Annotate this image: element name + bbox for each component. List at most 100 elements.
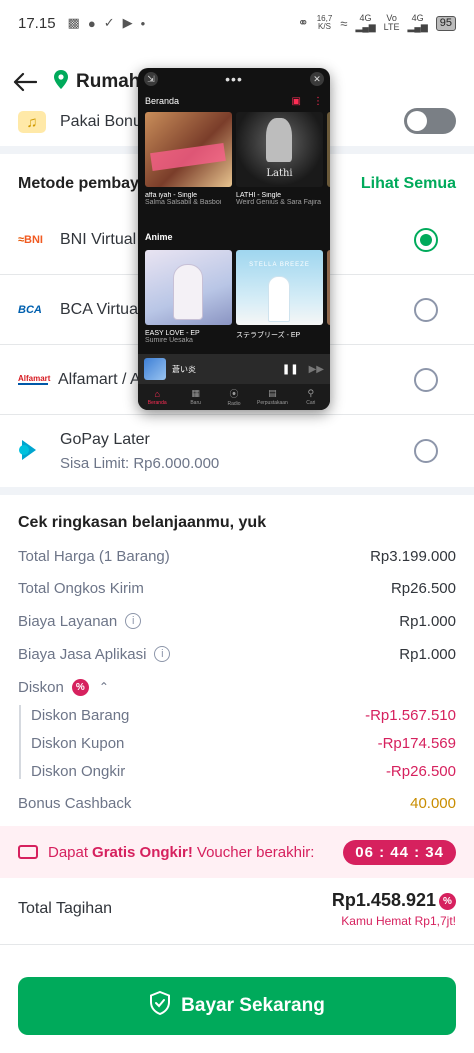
album-artist: Weird Genius & Sara Fajira [236, 199, 322, 206]
back-arrow-icon[interactable] [12, 69, 38, 95]
summary-label: Bonus Cashback [18, 794, 132, 812]
bonus-toggle[interactable] [404, 108, 456, 134]
tab-baru[interactable]: ▦ Baru [176, 384, 214, 410]
summary-value: 40.000 [410, 794, 456, 812]
skip-forward-icon[interactable]: ▶▶ [309, 364, 324, 375]
summary-diskon-kupon: Diskon Kupon -Rp174.569 [31, 732, 456, 754]
album-title: ステラブリーズ - EP [236, 332, 301, 339]
address-title[interactable]: Rumah [76, 71, 140, 93]
music-overlay-window[interactable]: ⇲ ••• ✕ Beranda ▣ ⋮ affa iyah - Single S… [138, 68, 330, 410]
payment-method-name: BNI Virtual A [60, 230, 151, 248]
now-playing-title: 蒼い炎 [172, 364, 196, 374]
album-art-figure [266, 118, 292, 162]
payment-title: Metode pembaya [18, 175, 148, 192]
summary-value: Rp26.500 [390, 579, 456, 597]
album-title: EASY LOVE - EP [145, 330, 200, 337]
overlay-resize-icon[interactable]: ⇲ [144, 72, 158, 86]
summary-value: Rp1.000 [399, 645, 456, 663]
info-icon[interactable]: i [154, 646, 171, 662]
payment-method-name: Alfamart / A [58, 370, 141, 388]
chevron-up-icon[interactable]: ⌃ [99, 680, 109, 694]
bca-logo-icon: BCA [18, 303, 42, 316]
voucher-timer: 06 : 44 : 34 [343, 839, 456, 865]
album-row-1: affa iyah - Single Salma Salsabil & Basb… [145, 112, 330, 206]
album-art [145, 112, 232, 187]
tab-label: Baru [190, 400, 201, 406]
cast-icon[interactable]: ▣ [292, 96, 301, 107]
album-art: STELLA BREEZE [236, 250, 323, 325]
now-playing-art [144, 358, 166, 380]
see-all-link[interactable]: Lihat Semua [361, 175, 456, 193]
summary-title: Cek ringkasan belanjaanmu, yuk [18, 514, 267, 531]
voucher-banner: Dapat Gratis Ongkir! Voucher berakhir: 0… [0, 826, 474, 878]
shield-check-icon [149, 990, 171, 1021]
ticket-icon [18, 845, 38, 859]
tab-beranda[interactable]: ⌂ Beranda [138, 384, 176, 410]
info-icon[interactable]: i [125, 613, 142, 629]
discount-group-line [19, 705, 21, 779]
album-card[interactable]: EASY LOVE - EP Sumire Uesaka [145, 250, 232, 344]
album-art-figure [268, 276, 290, 322]
radio-unselected[interactable] [414, 439, 438, 463]
net-speed-unit: K/S [318, 22, 331, 31]
divider [0, 944, 474, 945]
gopay-limit: Sisa Limit: Rp6.000.000 [60, 454, 220, 472]
radio-icon: ⦿ [229, 389, 239, 399]
album-card[interactable]: Lathi LATHI - Single Weird Genius & Sara… [236, 112, 323, 206]
album-art-decoration [150, 142, 226, 172]
overlay-close-icon[interactable]: ✕ [310, 72, 324, 86]
tab-label: Beranda [147, 399, 167, 406]
pause-icon[interactable]: ❚❚ [282, 364, 299, 375]
radio-selected[interactable] [414, 227, 438, 252]
radio-unselected[interactable] [414, 297, 438, 322]
mini-player[interactable]: 蒼い炎 ❚❚ ▶▶ [138, 354, 330, 384]
signal-2-bottom: LTE [383, 22, 400, 32]
summary-diskon-toggle[interactable]: Diskon % ⌃ [18, 676, 456, 698]
summary-diskon-ongkir: Diskon Ongkir -Rp26.500 [31, 760, 456, 782]
summary-label: Biaya Jasa Aplikasi [18, 645, 147, 663]
album-art-text: STELLA BREEZE [249, 262, 310, 268]
album-art [145, 250, 232, 325]
pay-now-button[interactable]: Bayar Sekarang [18, 977, 456, 1035]
home-icon: ⌂ [154, 388, 160, 399]
album-row-2: EASY LOVE - EP Sumire Uesaka STELLA BREE… [145, 250, 330, 344]
album-art-figure [173, 264, 203, 320]
summary-label: Diskon Ongkir [31, 762, 126, 780]
album-art: Lathi [236, 112, 323, 187]
overlay-header: Beranda ▣ ⋮ [138, 90, 330, 112]
summary-total-harga: Total Harga (1 Barang) Rp3.199.000 [18, 545, 456, 567]
tab-cari[interactable]: ⚲ Cari [292, 384, 330, 410]
album-art-partial [327, 112, 330, 187]
summary-label: Total Harga (1 Barang) [18, 547, 170, 565]
overlay-drag-handle-icon[interactable]: ••• [225, 71, 243, 87]
summary-layanan: Biaya Layanan i Rp1.000 [18, 610, 456, 632]
album-card[interactable]: STELLA BREEZE ステラブリーズ - EP [236, 250, 323, 344]
summary-label: Total Ongkos Kirim [18, 579, 144, 597]
total-value: Rp1.458.921 [331, 890, 436, 910]
signal-3: 4G ▂▄▆ [408, 14, 428, 32]
signal-1: 4G ▂▄▆ [355, 14, 375, 32]
total-savings: Kamu Hemat Rp1,7jt! [341, 914, 456, 928]
album-card[interactable]: affa iyah - Single Salma Salsabil & Basb… [145, 112, 232, 206]
summary-label: Diskon [18, 678, 64, 696]
signal-bars-2-icon: ▂▄▆ [407, 22, 428, 32]
album-title: affa iyah - Single [145, 192, 198, 199]
overlay-title: Beranda [145, 96, 180, 106]
signal-bars-icon: ▂▄▆ [355, 22, 376, 32]
radio-unselected[interactable] [414, 367, 438, 392]
section-divider [0, 487, 474, 495]
summary-value: -Rp174.569 [377, 734, 456, 752]
tab-radio[interactable]: ⦿ Radio [215, 384, 253, 410]
tab-perpustakaan[interactable]: ▤ Perpustakaan [253, 384, 291, 410]
more-vertical-icon[interactable]: ⋮ [313, 96, 323, 107]
album-artist: Sumire Uesaka [145, 337, 193, 344]
net-speed: 16,7 K/S [317, 15, 333, 31]
youtube-icon: ▶ [122, 15, 133, 30]
game-icon: ▩ [67, 15, 80, 30]
discount-badge-icon: % [439, 893, 456, 910]
wifi-icon: ≈ [340, 15, 348, 31]
payment-method-gopay-later[interactable]: GoPay Later Sisa Limit: Rp6.000.000 [0, 415, 474, 487]
bonus-label: Pakai Bonus [60, 113, 150, 130]
pay-now-label: Bayar Sekarang [181, 995, 325, 1016]
headphones-icon: ⚭ [297, 15, 309, 30]
